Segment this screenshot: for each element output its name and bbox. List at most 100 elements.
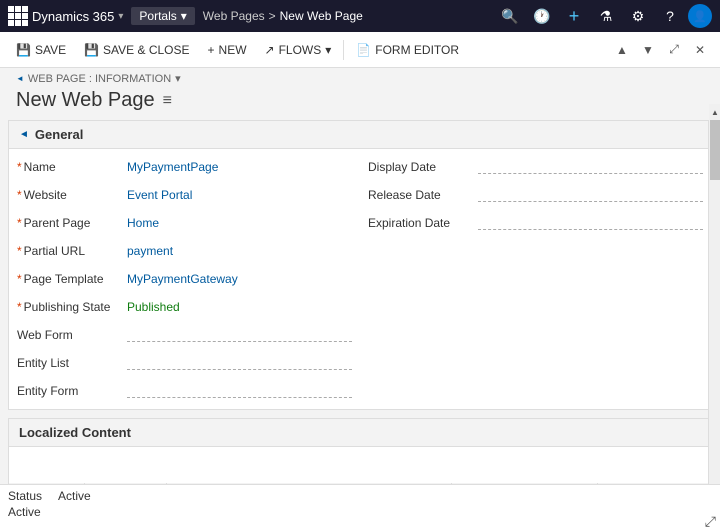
status-label: Status <box>8 489 42 503</box>
release-date-label: Release Date <box>368 188 478 202</box>
entity-list-value[interactable] <box>127 356 352 370</box>
page-header-section: ◄ WEB PAGE : INFORMATION ▾ New Web Page … <box>0 68 720 120</box>
flows-label: FLOWS <box>279 43 322 57</box>
scrollbar-thumb[interactable] <box>710 120 720 180</box>
name-label: Name <box>17 160 127 174</box>
entity-form-label: Entity Form <box>17 384 127 398</box>
add-button[interactable]: + <box>560 2 588 30</box>
new-icon: + <box>208 43 215 57</box>
general-section-header[interactable]: ◄ General <box>9 121 711 149</box>
breadcrumb-sep: > <box>269 9 276 23</box>
status-bar: Status Active Active ⤢ <box>0 484 720 532</box>
page-type-label: WEB PAGE : INFORMATION <box>28 73 171 85</box>
field-display-date: Display Date <box>368 153 703 181</box>
status-expand-icon[interactable]: ⤢ <box>705 513 716 530</box>
app-container: Dynamics 365 ▾ Portals ▾ Web Pages > New… <box>0 0 720 532</box>
display-date-label: Display Date <box>368 160 478 174</box>
nav-icon-group: 🔍 🕐 + ⚗ ⚙ ? 👤 <box>496 2 712 30</box>
page-type-row: ◄ WEB PAGE : INFORMATION ▾ <box>16 72 704 85</box>
type-chevron: ▾ <box>175 72 181 85</box>
localized-section-header[interactable]: Localized Content <box>9 419 711 447</box>
release-date-value[interactable] <box>478 188 703 202</box>
field-web-form: Web Form <box>17 321 352 349</box>
new-button[interactable]: + NEW <box>200 36 255 64</box>
collapse-icon: ◄ <box>19 129 29 140</box>
display-date-value[interactable] <box>478 160 703 174</box>
expiration-date-value[interactable] <box>478 216 703 230</box>
web-form-label: Web Form <box>17 328 127 342</box>
expiration-date-label: Expiration Date <box>368 216 478 230</box>
website-value[interactable]: Event Portal <box>127 188 352 202</box>
field-publishing-state: Publishing State Published <box>17 293 352 321</box>
search-button[interactable]: 🔍 <box>496 2 524 30</box>
entity-list-label: Entity List <box>17 356 127 370</box>
field-partial-url: Partial URL payment <box>17 237 352 265</box>
page-title: New Web Page <box>16 89 155 112</box>
publishing-state-value[interactable]: Published <box>127 300 352 314</box>
web-form-value[interactable] <box>127 328 352 342</box>
form-editor-button[interactable]: 📄 FORM EDITOR <box>348 36 467 64</box>
scroll-down-arrow[interactable]: ▼ <box>636 38 660 62</box>
grid-icon <box>8 6 28 26</box>
right-scrollbar[interactable]: ▲ ▼ <box>708 120 720 508</box>
localized-section-title: Localized Content <box>19 425 131 440</box>
filter-button[interactable]: ⚗ <box>592 2 620 30</box>
toolbar-separator <box>343 40 344 60</box>
active-label: Active <box>8 505 41 519</box>
form-grid: Name MyPaymentPage Website Event Portal … <box>9 149 711 409</box>
flows-chevron: ▾ <box>325 43 331 57</box>
expand-arrow[interactable]: ⤢ <box>662 38 686 62</box>
flows-button[interactable]: ↗ FLOWS ▾ <box>257 36 340 64</box>
toolbar: 💾 SAVE 💾 SAVE & CLOSE + NEW ↗ FLOWS ▾ 📄 … <box>0 32 720 68</box>
field-parent-page: Parent Page Home <box>17 209 352 237</box>
close-arrow[interactable]: ✕ <box>688 38 712 62</box>
field-name: Name MyPaymentPage <box>17 153 352 181</box>
form-editor-icon: 📄 <box>356 43 371 57</box>
general-section-title: General <box>35 127 83 142</box>
portals-label: Portals <box>139 9 176 23</box>
save-icon: 💾 <box>16 43 31 57</box>
entity-form-value[interactable] <box>127 384 352 398</box>
field-page-template: Page Template MyPaymentGateway <box>17 265 352 293</box>
app-chevron: ▾ <box>118 11 123 22</box>
save-close-icon: 💾 <box>84 43 99 57</box>
triangle-icon: ◄ <box>16 74 24 83</box>
parent-page-value[interactable]: Home <box>127 216 352 230</box>
field-website: Website Event Portal <box>17 181 352 209</box>
settings-button[interactable]: ⚙ <box>624 2 652 30</box>
field-entity-form: Entity Form <box>17 377 352 405</box>
history-button[interactable]: 🕐 <box>528 2 556 30</box>
page-menu-icon[interactable]: ≡ <box>163 92 172 110</box>
save-close-button[interactable]: 💾 SAVE & CLOSE <box>76 36 197 64</box>
breadcrumb-parent[interactable]: Web Pages <box>203 9 265 23</box>
form-right-col: Display Date Release Date Expiration Dat… <box>360 153 711 405</box>
save-close-label: SAVE & CLOSE <box>103 43 189 57</box>
partial-url-value[interactable]: payment <box>127 244 352 258</box>
localized-content-area <box>9 447 711 483</box>
top-nav: Dynamics 365 ▾ Portals ▾ Web Pages > New… <box>0 0 720 32</box>
parent-page-label: Parent Page <box>17 216 127 230</box>
save-button[interactable]: 💾 SAVE <box>8 36 74 64</box>
portals-menu[interactable]: Portals ▾ <box>131 7 194 25</box>
toolbar-right: ▲ ▼ ⤢ ✕ <box>610 38 712 62</box>
status-row-2: Active <box>8 505 712 519</box>
breadcrumb-current: New Web Page <box>280 9 363 23</box>
field-expiration-date: Expiration Date <box>368 209 703 237</box>
field-release-date: Release Date <box>368 181 703 209</box>
status-row-1: Status Active <box>8 489 712 503</box>
portals-chevron: ▾ <box>181 9 187 23</box>
field-entity-list: Entity List <box>17 349 352 377</box>
scroll-up-arrow[interactable]: ▲ <box>610 38 634 62</box>
flows-icon: ↗ <box>265 43 275 57</box>
page-template-value[interactable]: MyPaymentGateway <box>127 272 352 286</box>
avatar[interactable]: 👤 <box>688 4 712 28</box>
scroll-up[interactable]: ▲ <box>709 104 720 120</box>
page-template-label: Page Template <box>17 272 127 286</box>
website-label: Website <box>17 188 127 202</box>
name-value[interactable]: MyPaymentPage <box>127 160 352 174</box>
form-left-col: Name MyPaymentPage Website Event Portal … <box>9 153 360 405</box>
page-title-row: New Web Page ≡ <box>16 89 704 120</box>
help-button[interactable]: ? <box>656 2 684 30</box>
general-section: ◄ General Name MyPaymentPage Website Eve… <box>8 120 712 410</box>
partial-url-label: Partial URL <box>17 244 127 258</box>
